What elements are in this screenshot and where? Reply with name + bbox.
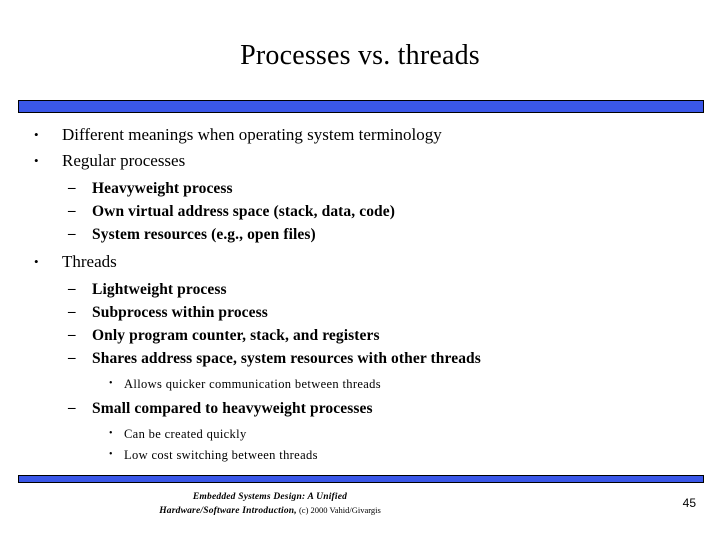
bullet-dot-icon: •: [34, 153, 39, 168]
list-item: • Regular processes: [0, 148, 720, 174]
list-item-label: Can be created quickly: [124, 427, 247, 441]
list-item: – Small compared to heavyweight processe…: [0, 397, 720, 420]
bullet-dash-icon: –: [68, 350, 76, 366]
list-item-label: Low cost switching between threads: [124, 448, 318, 462]
bullet-dash-icon: –: [68, 203, 76, 219]
book-title-line-1: Embedded Systems Design: A Unified: [192, 492, 348, 502]
list-item: • Low cost switching between threads: [0, 444, 720, 465]
list-item-label: Allows quicker communication between thr…: [124, 377, 381, 391]
bullet-dash-icon: –: [68, 226, 76, 242]
page-title: Processes vs. threads: [240, 40, 480, 71]
list-item-label: Heavyweight process: [92, 180, 233, 197]
footer-credit: Embedded Systems Design: A Unified Hardw…: [0, 491, 540, 517]
list-item-label: Subprocess within process: [92, 304, 268, 321]
copyright-notice: (c) 2000 Vahid/Givargis: [296, 504, 381, 515]
list-item: • Different meanings when operating syst…: [0, 122, 720, 148]
slide-body: • Different meanings when operating syst…: [0, 122, 720, 465]
list-item: – Only program counter, stack, and regis…: [0, 324, 720, 347]
bullet-dash-icon: –: [68, 281, 76, 297]
list-item: – Heavyweight process: [0, 177, 720, 200]
bullet-dot-icon: •: [109, 428, 113, 439]
bottom-accent-bar: [18, 475, 704, 483]
bullet-dot-icon: •: [109, 449, 113, 460]
list-item-label: Threads: [62, 252, 117, 271]
bullet-dash-icon: –: [68, 400, 76, 416]
list-item: • Allows quicker communication between t…: [0, 373, 720, 394]
list-item: – Lightweight process: [0, 278, 720, 301]
list-item: • Threads: [0, 249, 720, 275]
list-item: – Shares address space, system resources…: [0, 347, 720, 370]
list-item: – Subprocess within process: [0, 301, 720, 324]
list-item-label: Different meanings when operating system…: [62, 125, 442, 144]
bullet-dash-icon: –: [68, 304, 76, 320]
list-item: – Own virtual address space (stack, data…: [0, 200, 720, 223]
list-item-label: Own virtual address space (stack, data, …: [92, 203, 396, 220]
list-item-label: Small compared to heavyweight processes: [92, 400, 373, 417]
list-item: – System resources (e.g., open files): [0, 223, 720, 246]
bullet-dot-icon: •: [34, 254, 39, 269]
bullet-dash-icon: –: [68, 180, 76, 196]
list-item-label: System resources (e.g., open files): [92, 226, 316, 243]
page-number: 45: [682, 496, 696, 510]
book-title-line-2: Hardware/Software Introduction,: [159, 505, 297, 516]
bullet-dot-icon: •: [34, 127, 39, 142]
list-item-label: Regular processes: [62, 151, 186, 170]
bullet-dash-icon: –: [68, 327, 76, 343]
list-item-label: Only program counter, stack, and registe…: [92, 327, 380, 344]
list-item-label: Lightweight process: [92, 281, 227, 298]
top-accent-bar: [18, 100, 704, 113]
bullet-dot-icon: •: [109, 378, 113, 389]
list-item: • Can be created quickly: [0, 423, 720, 444]
list-item-label: Shares address space, system resources w…: [92, 350, 481, 367]
